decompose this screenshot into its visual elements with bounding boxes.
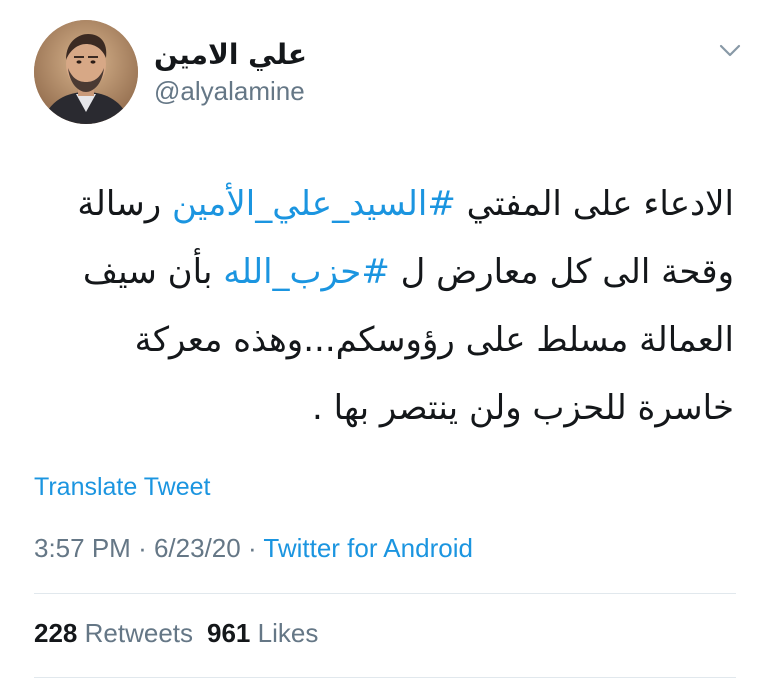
tweet: علي الامين @alyalamine الادعاء على المفت… bbox=[0, 0, 768, 689]
chevron-down-icon-svg bbox=[719, 44, 741, 57]
display-name[interactable]: علي الامين bbox=[154, 38, 307, 72]
chevron-down-icon[interactable] bbox=[716, 36, 744, 64]
tweet-stats: 228 Retweets 961 Likes bbox=[34, 618, 318, 649]
tweet-text: الادعاء على المفتي #السيد_علي_الأمين رسا… bbox=[34, 170, 734, 442]
meta-separator: · bbox=[247, 533, 257, 563]
likes-label: Likes bbox=[257, 618, 319, 648]
meta-separator: · bbox=[138, 533, 147, 563]
avatar-photo bbox=[34, 20, 138, 124]
likes-stat[interactable]: 961 Likes bbox=[207, 618, 318, 648]
tweet-meta: 3:57 PM · 6/23/20 · Twitter for Android bbox=[34, 533, 473, 564]
tweet-time[interactable]: 3:57 PM bbox=[34, 533, 131, 563]
divider bbox=[34, 677, 736, 678]
user-handle[interactable]: @alyalamine bbox=[154, 74, 307, 108]
hashtag-link[interactable]: #السيد_علي_الأمين bbox=[172, 184, 456, 224]
tweet-source-link[interactable]: Twitter for Android bbox=[263, 533, 473, 563]
tweet-header: علي الامين @alyalamine bbox=[34, 20, 744, 130]
tweet-date[interactable]: 6/23/20 bbox=[154, 533, 241, 563]
likes-count: 961 bbox=[207, 618, 251, 648]
hashtag-link[interactable]: #حزب_الله bbox=[223, 252, 390, 292]
retweets-stat[interactable]: 228 Retweets bbox=[34, 618, 193, 648]
retweets-label: Retweets bbox=[84, 618, 194, 648]
divider bbox=[34, 593, 736, 594]
retweets-count: 228 bbox=[34, 618, 78, 648]
tweet-text-part: الادعاء على المفتي bbox=[455, 184, 734, 224]
translate-tweet-link[interactable]: Translate Tweet bbox=[34, 473, 210, 502]
avatar[interactable] bbox=[34, 20, 138, 124]
author-block[interactable]: علي الامين @alyalamine bbox=[154, 38, 307, 108]
